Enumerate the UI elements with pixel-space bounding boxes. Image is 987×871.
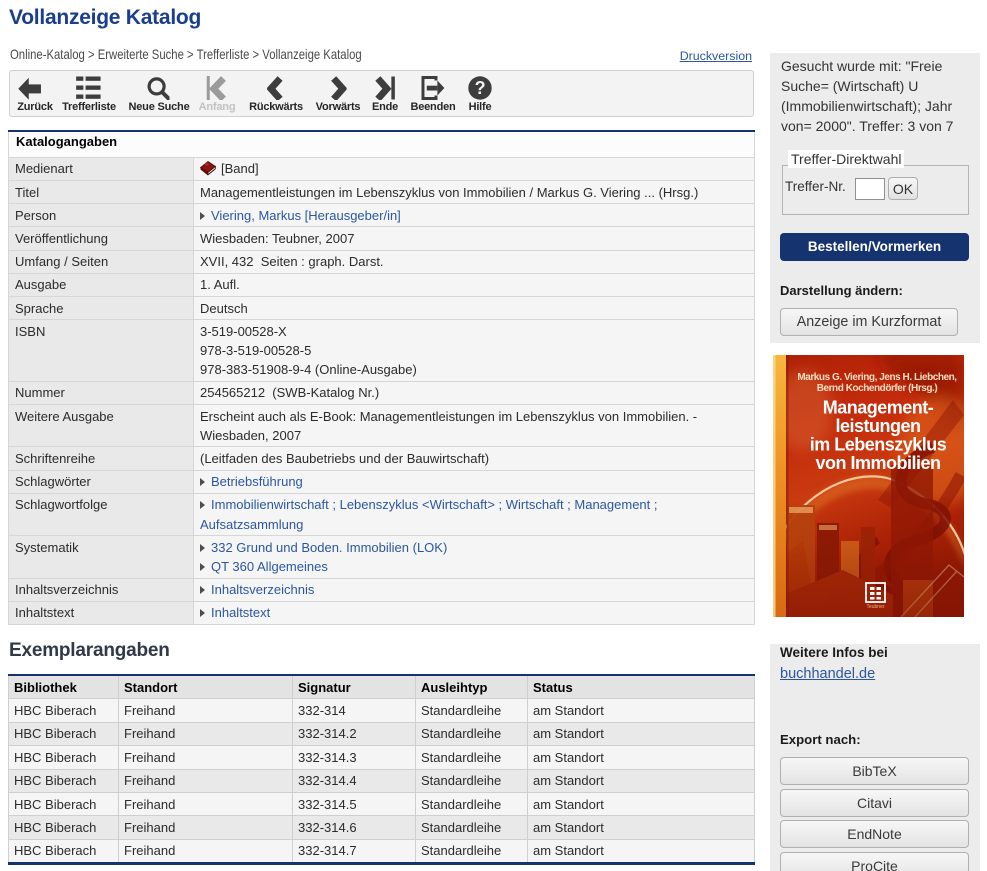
svg-text:Management-: Management- [823, 398, 934, 418]
svg-text:Teubner: Teubner [866, 604, 884, 610]
svg-text:leistungen: leistungen [835, 416, 920, 436]
svg-text:?: ? [475, 78, 486, 98]
svg-text:Markus G. Viering, Jens H. Lie: Markus G. Viering, Jens H. Liebchen, [797, 372, 957, 383]
svg-text:im Lebenszyklus: im Lebenszyklus [810, 435, 947, 455]
svg-text:von Immobilien: von Immobilien [815, 453, 940, 473]
svg-text:Bernd Kochendörfer (Hrsg.): Bernd Kochendörfer (Hrsg.) [817, 383, 938, 394]
